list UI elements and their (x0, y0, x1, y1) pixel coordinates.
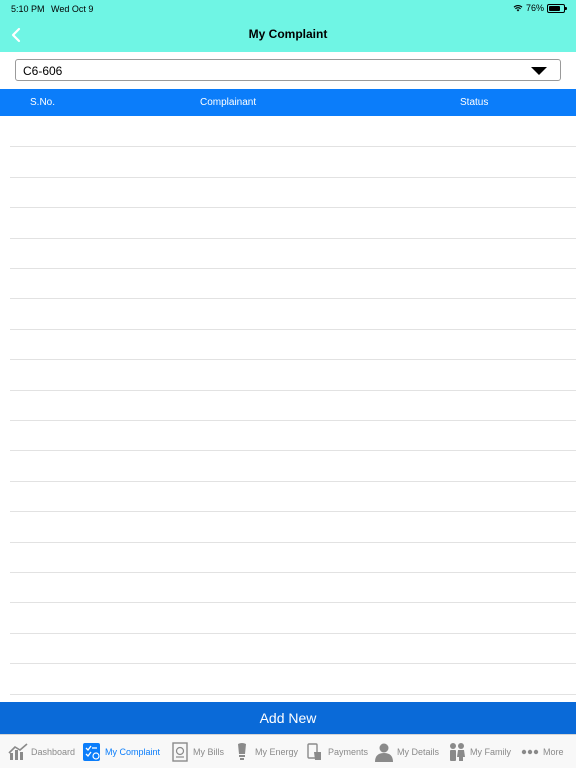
table-row-separator (10, 602, 576, 604)
family-icon (447, 742, 467, 762)
table-row-separator (10, 389, 576, 391)
tab-label: My Complaint (105, 747, 161, 757)
table-row-separator (10, 632, 576, 634)
chart-icon (8, 742, 28, 762)
battery-percent: 76% (525, 3, 544, 13)
column-header-status: Status (460, 97, 489, 108)
table-row-separator (10, 176, 576, 178)
tab-my-family[interactable]: My Family (447, 740, 511, 764)
table-row-separator (10, 693, 576, 695)
payment-icon (305, 742, 325, 762)
tab-label: My Family (470, 747, 511, 757)
table-row-separator (10, 480, 576, 482)
tab-more[interactable]: More (520, 740, 564, 764)
table-row-separator (10, 663, 576, 665)
tab-my-bills[interactable]: My Bills (170, 740, 224, 764)
more-icon (520, 742, 540, 762)
bill-icon (170, 742, 190, 762)
table-header: S.No. Complainant Status (0, 89, 576, 116)
tab-my-complaint[interactable]: My Complaint (82, 740, 160, 764)
person-icon (374, 742, 394, 762)
tab-label: Payments (328, 747, 369, 757)
header: 5:10 PM Wed Oct 9 76% My Complaint (0, 0, 576, 52)
table-row-separator (10, 572, 576, 573)
table-row-separator (10, 511, 576, 513)
tab-label: Dashboard (31, 747, 76, 757)
battery-fill (549, 5, 560, 11)
tab-label: My Details (397, 747, 440, 757)
wifi-icon (513, 5, 523, 12)
tab-my-energy[interactable]: My Energy (232, 740, 298, 764)
tab-payments[interactable]: Payments (305, 740, 368, 764)
table-row-separator (10, 268, 576, 269)
tab-label: My Bills (193, 747, 224, 757)
table-row-separator (10, 450, 576, 452)
column-header-sno: S.No. (30, 97, 56, 108)
complaint-list (0, 116, 576, 702)
column-header-complainant: Complainant (200, 97, 257, 108)
table-row-separator (10, 359, 576, 361)
tab-label: My Energy (255, 747, 299, 757)
table-row-separator (10, 328, 576, 330)
tab-bar: Dashboard My Complaint My Bills My Energ… (0, 734, 576, 768)
table-row-separator (10, 420, 576, 421)
table-row-separator (10, 237, 576, 239)
status-date: Wed Oct 9 (51, 4, 94, 14)
table-row-separator (10, 207, 576, 209)
tab-my-details[interactable]: My Details (374, 740, 439, 764)
table-row-separator (10, 541, 576, 543)
unit-select[interactable]: C6-606 (15, 59, 561, 81)
status-time: 5:10 PM (11, 4, 45, 14)
tab-dashboard[interactable]: Dashboard (8, 740, 75, 764)
bulb-icon (232, 742, 252, 762)
table-row-separator (10, 146, 576, 148)
unit-select-value: C6-606 (23, 64, 63, 78)
complaint-icon (82, 742, 102, 762)
caret-down-icon (531, 67, 547, 75)
table-row-separator (10, 298, 576, 300)
status-bar: 5:10 PM Wed Oct 9 76% (0, 0, 576, 18)
status-indicators: 76% (513, 3, 567, 13)
add-new-button[interactable]: Add New (0, 702, 576, 734)
page-title: My Complaint (248, 27, 328, 41)
tab-label: More (543, 747, 564, 757)
battery-icon (547, 3, 567, 13)
